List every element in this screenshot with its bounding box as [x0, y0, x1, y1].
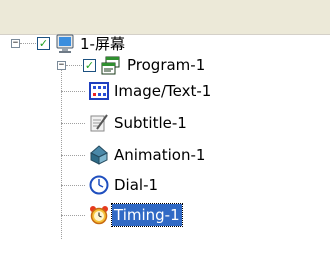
program-collapse-toggle[interactable]: −	[57, 61, 66, 70]
program-checkbox[interactable]: ✓	[83, 59, 96, 72]
dial-clock-icon	[89, 175, 109, 195]
tree-node-root-label[interactable]: 1-屏幕	[78, 33, 127, 55]
tree-node-subtitle-label[interactable]: Subtitle-1	[112, 112, 189, 134]
monitor-icon	[55, 34, 75, 54]
tree-view[interactable]: − ✓ 1-屏幕 − ✓ Program-1 Image/Text-1 Subt…	[0, 34, 330, 269]
image-text-icon	[89, 81, 109, 101]
tree-node-dial-label[interactable]: Dial-1	[112, 174, 160, 196]
tree-connector	[61, 123, 85, 124]
tree-connector	[66, 65, 82, 66]
alarm-clock-icon	[89, 205, 109, 225]
animation-icon	[89, 145, 109, 165]
root-checkbox[interactable]: ✓	[37, 37, 50, 50]
tree-node-image-text-label[interactable]: Image/Text-1	[112, 80, 213, 102]
program-window-icon	[101, 56, 121, 76]
toolbar-strip	[0, 0, 330, 35]
tree-node-animation-label[interactable]: Animation-1	[112, 144, 207, 166]
tree-node-program-label[interactable]: Program-1	[125, 54, 207, 76]
tree-connector	[20, 43, 36, 44]
subtitle-icon	[89, 113, 109, 133]
tree-node-timing-label[interactable]: Timing-1	[111, 203, 183, 227]
root-collapse-toggle[interactable]: −	[11, 39, 20, 48]
tree-connector	[61, 185, 85, 186]
tree-connector	[61, 155, 85, 156]
tree-connector	[61, 215, 85, 216]
tree-connector	[61, 91, 85, 92]
